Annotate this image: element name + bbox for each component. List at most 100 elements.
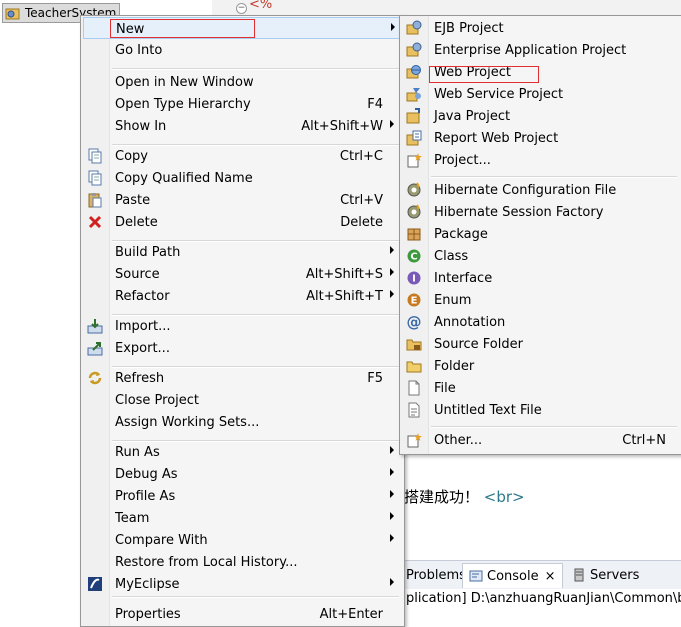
new-submenu-item-hibernate-session-factory[interactable]: Hibernate Session Factory	[402, 201, 678, 223]
collapse-icon[interactable]: −	[236, 3, 247, 14]
menu-item-refactor[interactable]: Refactor Alt+Shift+T	[83, 285, 400, 307]
submenu-arrow-icon	[390, 578, 394, 586]
submenu-arrow-icon	[390, 468, 394, 476]
new-submenu-item-interface[interactable]: I Interface	[402, 267, 678, 289]
menu-item-close-project[interactable]: Close Project	[83, 389, 400, 411]
menu-item-restore-from-local-history[interactable]: Restore from Local History...	[83, 551, 400, 573]
tab-servers[interactable]: Servers	[566, 563, 645, 587]
menu-item-debug-as[interactable]: Debug As	[83, 463, 400, 485]
menu-item-export[interactable]: Export...	[83, 337, 400, 359]
submenu-item-label: Other...	[434, 433, 483, 448]
svg-text:C: C	[410, 252, 417, 263]
editor-text-cn: 搭建成功！	[404, 488, 480, 506]
new-submenu-item-class[interactable]: C Class	[402, 245, 678, 267]
menu-item-label: Open Type Hierarchy	[115, 97, 251, 112]
menu-item-shortcut: Delete	[340, 215, 383, 230]
svg-text:I: I	[412, 274, 416, 285]
submenu-item-label: Enum	[434, 293, 472, 308]
submenu-item-label: Class	[434, 249, 469, 264]
new-submenu-item-package[interactable]: Package	[402, 223, 678, 245]
new-submenu-item-project[interactable]: Project...	[402, 149, 678, 171]
menu-item-build-path[interactable]: Build Path	[83, 241, 400, 263]
new-submenu-item-report-web-project[interactable]: Report Web Project	[402, 127, 678, 149]
menu-item-properties[interactable]: Properties Alt+Enter	[83, 603, 400, 625]
menu-item-import[interactable]: Import...	[83, 315, 400, 337]
menu-item-label: Refactor	[115, 289, 170, 304]
menu-item-shortcut: Alt+Shift+S	[305, 267, 383, 282]
new-submenu-item-web-service-project[interactable]: Web Service Project	[402, 83, 678, 105]
close-icon[interactable]: ×	[545, 569, 556, 584]
menu-item-label: Source	[115, 267, 160, 282]
submenu-arrow-icon	[390, 268, 394, 276]
menu-item-assign-working-sets[interactable]: Assign Working Sets...	[83, 411, 400, 433]
editor-text-tag: <br>	[483, 488, 525, 506]
new-submenu-item-enum[interactable]: E Enum	[402, 289, 678, 311]
svg-text:@: @	[407, 314, 422, 330]
menu-item-delete[interactable]: Delete Delete	[83, 211, 400, 233]
menu-item-label: Team	[115, 511, 150, 526]
console-icon	[469, 570, 483, 582]
menu-item-run-as[interactable]: Run As	[83, 441, 400, 463]
web-project-icon	[406, 64, 422, 80]
menu-item-shortcut: Alt+Shift+T	[306, 289, 383, 304]
jsp-tag: <%	[249, 0, 273, 12]
new-submenu-item-enterprise-application-project[interactable]: Enterprise Application Project	[402, 39, 678, 61]
menu-item-show-in[interactable]: Show In Alt+Shift+W	[83, 115, 400, 137]
import-icon	[87, 318, 103, 334]
console-tab-bar: Problems Console × Servers	[404, 560, 681, 590]
menu-item-label: Compare With	[115, 533, 208, 548]
java-project-icon	[406, 108, 422, 124]
menu-item-copy-qualified-name[interactable]: Copy Qualified Name	[83, 167, 400, 189]
new-submenu-item-hibernate-configuration-file[interactable]: Hibernate Configuration File	[402, 179, 678, 201]
menu-item-source[interactable]: Source Alt+Shift+S	[83, 263, 400, 285]
new-submenu-item-other[interactable]: Other... Ctrl+N	[402, 429, 678, 451]
submenu-item-label: Hibernate Configuration File	[434, 183, 617, 198]
submenu-arrow-icon	[391, 23, 395, 31]
console-path: plication] D:\anzhuangRuanJian\Common\bi…	[404, 589, 681, 619]
menu-separator	[431, 176, 677, 178]
class-icon: C	[406, 248, 422, 264]
new-submenu-item-ejb-project[interactable]: EJB Project	[402, 17, 678, 39]
menu-item-compare-with[interactable]: Compare With	[83, 529, 400, 551]
project-icon	[406, 152, 422, 168]
menu-item-label: Go Into	[115, 43, 163, 58]
menu-item-paste[interactable]: Paste Ctrl+V	[83, 189, 400, 211]
menu-item-team[interactable]: Team	[83, 507, 400, 529]
submenu-item-label: Enterprise Application Project	[434, 43, 627, 58]
menu-item-label: Refresh	[115, 371, 165, 386]
submenu-item-label: File	[434, 381, 456, 396]
new-submenu-item-source-folder[interactable]: Source Folder	[402, 333, 678, 355]
menu-item-label: Restore from Local History...	[115, 555, 298, 570]
submenu-item-label: Project...	[434, 153, 491, 168]
menu-item-myeclipse[interactable]: MyEclipse	[83, 573, 400, 595]
new-submenu-item-folder[interactable]: Folder	[402, 355, 678, 377]
menu-item-refresh[interactable]: Refresh F5	[83, 367, 400, 389]
menu-item-label: Copy Qualified Name	[115, 171, 253, 186]
menu-item-go-into[interactable]: Go Into	[83, 39, 400, 61]
copy-icon	[87, 148, 103, 164]
submenu-arrow-icon	[390, 120, 394, 128]
menu-item-open-in-new-window[interactable]: Open in New Window	[83, 71, 400, 93]
new-submenu-item-untitled-text-file[interactable]: Untitled Text File	[402, 399, 678, 421]
menu-item-copy[interactable]: Copy Ctrl+C	[83, 145, 400, 167]
submenu-arrow-icon	[390, 534, 394, 542]
project-icon	[5, 8, 20, 20]
file-icon	[406, 380, 422, 396]
export-icon	[87, 340, 103, 356]
new-submenu-item-java-project[interactable]: Java Project	[402, 105, 678, 127]
new-submenu-item-annotation[interactable]: @ Annotation	[402, 311, 678, 333]
tab-console[interactable]: Console ×	[462, 563, 563, 588]
new-submenu-item-file[interactable]: File	[402, 377, 678, 399]
menu-item-profile-as[interactable]: Profile As	[83, 485, 400, 507]
submenu-item-label: Package	[434, 227, 488, 242]
submenu-item-label: Interface	[434, 271, 493, 286]
submenu-arrow-icon	[390, 446, 394, 454]
menu-item-label: Show In	[115, 119, 167, 134]
context-menu: New Go Into Open in New Window Open Type Hi…	[80, 15, 405, 627]
tab-problems-label: Problems	[406, 567, 466, 583]
submenu-arrow-icon	[390, 512, 394, 520]
submenu-item-label: Folder	[434, 359, 475, 374]
enum-icon: E	[406, 292, 422, 308]
menu-item-open-type-hierarchy[interactable]: Open Type Hierarchy F4	[83, 93, 400, 115]
highlight-box-new	[110, 19, 255, 38]
